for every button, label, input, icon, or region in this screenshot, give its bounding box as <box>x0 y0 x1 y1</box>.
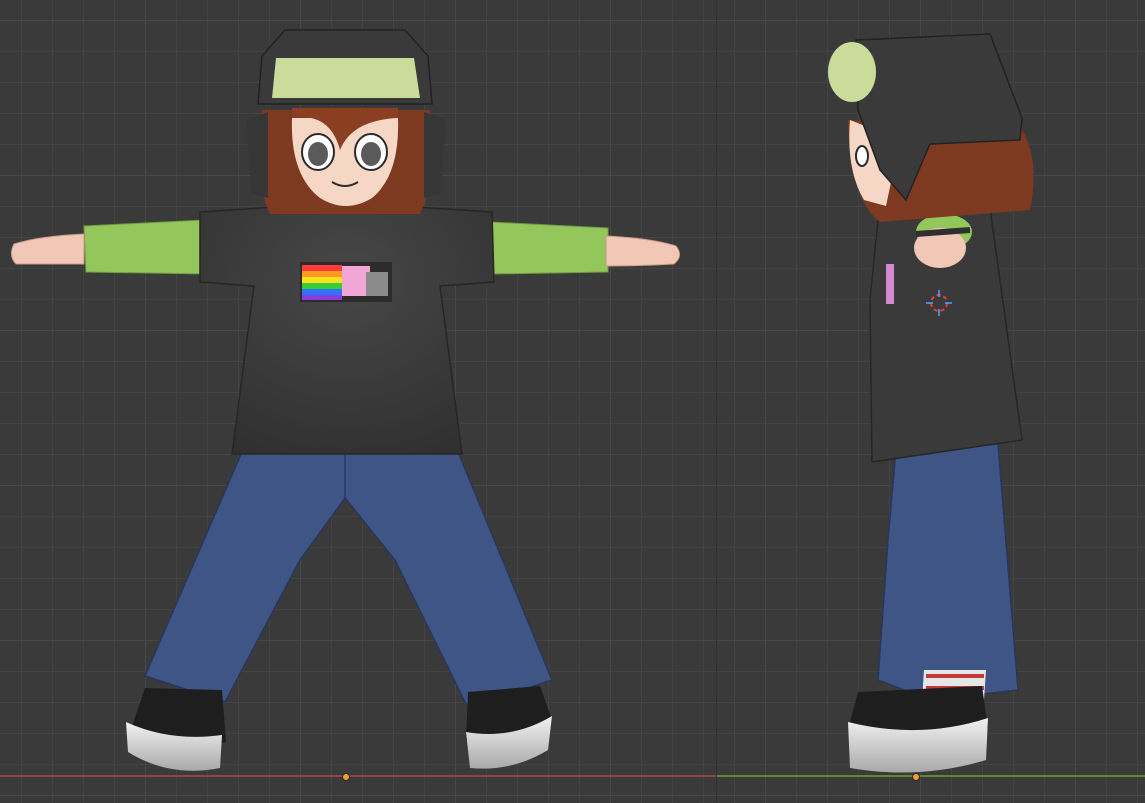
character-side-view[interactable] <box>0 0 1145 803</box>
side-jeans <box>877 443 1019 701</box>
3d-viewport[interactable] <box>0 0 1145 803</box>
side-shoe <box>848 686 988 773</box>
3d-cursor-icon[interactable] <box>926 290 952 316</box>
side-shirt-logo <box>886 264 894 304</box>
